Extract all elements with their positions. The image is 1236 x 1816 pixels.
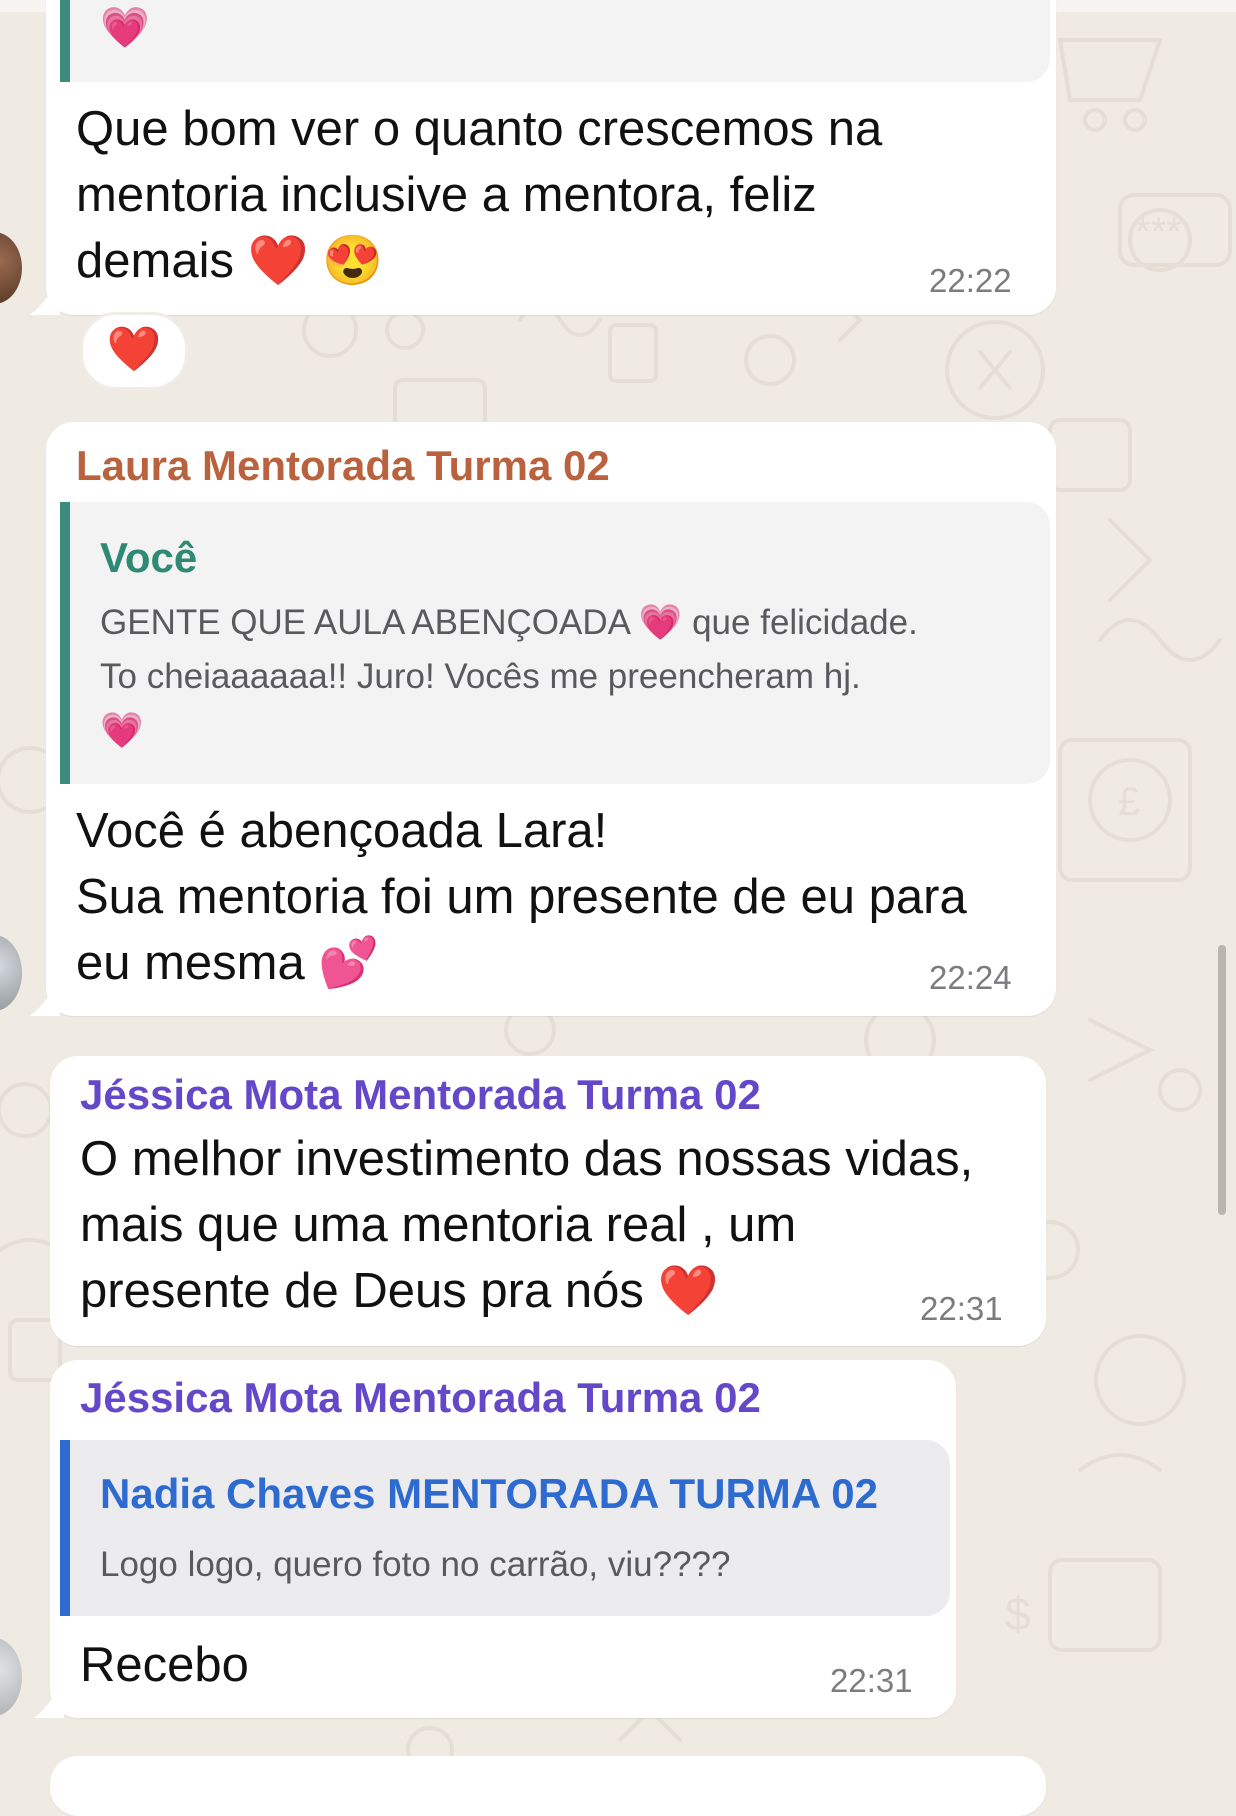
message-text: Recebo [80,1638,249,1692]
avatar[interactable] [0,1638,22,1716]
message-text: Você é abençoada Lara! Sua mentoria foi … [76,804,967,990]
message-bubble[interactable]: 💗 Que bom ver o quanto crescemos na ment… [46,0,1056,315]
svg-text:£: £ [1118,780,1140,824]
message-bubble[interactable]: Jéssica Mota Mentorada Turma 02 Nadia Ch… [50,1360,956,1718]
message-time: 22:24 [929,959,1012,996]
message-text: O melhor investimento das nossas vidas, … [80,1132,974,1318]
bubble-tail [34,1673,64,1718]
reaction-heart[interactable]: ❤️ [80,312,188,390]
avatar[interactable] [0,232,22,304]
message-text: Que bom ver o quanto crescemos na mentor… [76,102,883,288]
quote-text: Logo logo, quero foto no carrão, viu???? [100,1545,731,1584]
message-bubble[interactable]: Jéssica Mota Mentorada Turma 02 O melhor… [50,1056,1046,1346]
quote-author: Você [100,534,198,581]
message-bubble-partial[interactable] [50,1756,1046,1816]
bubble-tail [30,971,60,1016]
quote-author: Nadia Chaves MENTORADA TURMA 02 [100,1470,878,1517]
svg-text:***: *** [1135,210,1182,254]
message-time: 22:31 [920,1290,1003,1327]
quoted-message[interactable]: Você GENTE QUE AULA ABENÇOADA 💗 que feli… [60,502,1050,784]
bubble-tail [30,270,60,315]
sender-name[interactable]: Laura Mentorada Turma 02 [76,442,610,490]
quote-text: GENTE QUE AULA ABENÇOADA 💗 que felicidad… [100,603,918,750]
message-time: 22:22 [929,262,1012,299]
quoted-message[interactable]: Nadia Chaves MENTORADA TURMA 02 Logo log… [60,1440,950,1616]
sender-name[interactable]: Jéssica Mota Mentorada Turma 02 [80,1071,761,1119]
pink-heart-emoji: 💗 [100,5,150,51]
message-bubble[interactable]: Laura Mentorada Turma 02 Você GENTE QUE … [46,422,1056,1016]
message-time: 22:31 [830,1662,913,1699]
svg-text:$: $ [1005,1588,1031,1640]
scrollbar[interactable] [1218,945,1226,1215]
avatar[interactable] [0,935,22,1011]
sender-name[interactable]: Jéssica Mota Mentorada Turma 02 [80,1374,761,1422]
quoted-message[interactable]: 💗 [60,0,1050,82]
